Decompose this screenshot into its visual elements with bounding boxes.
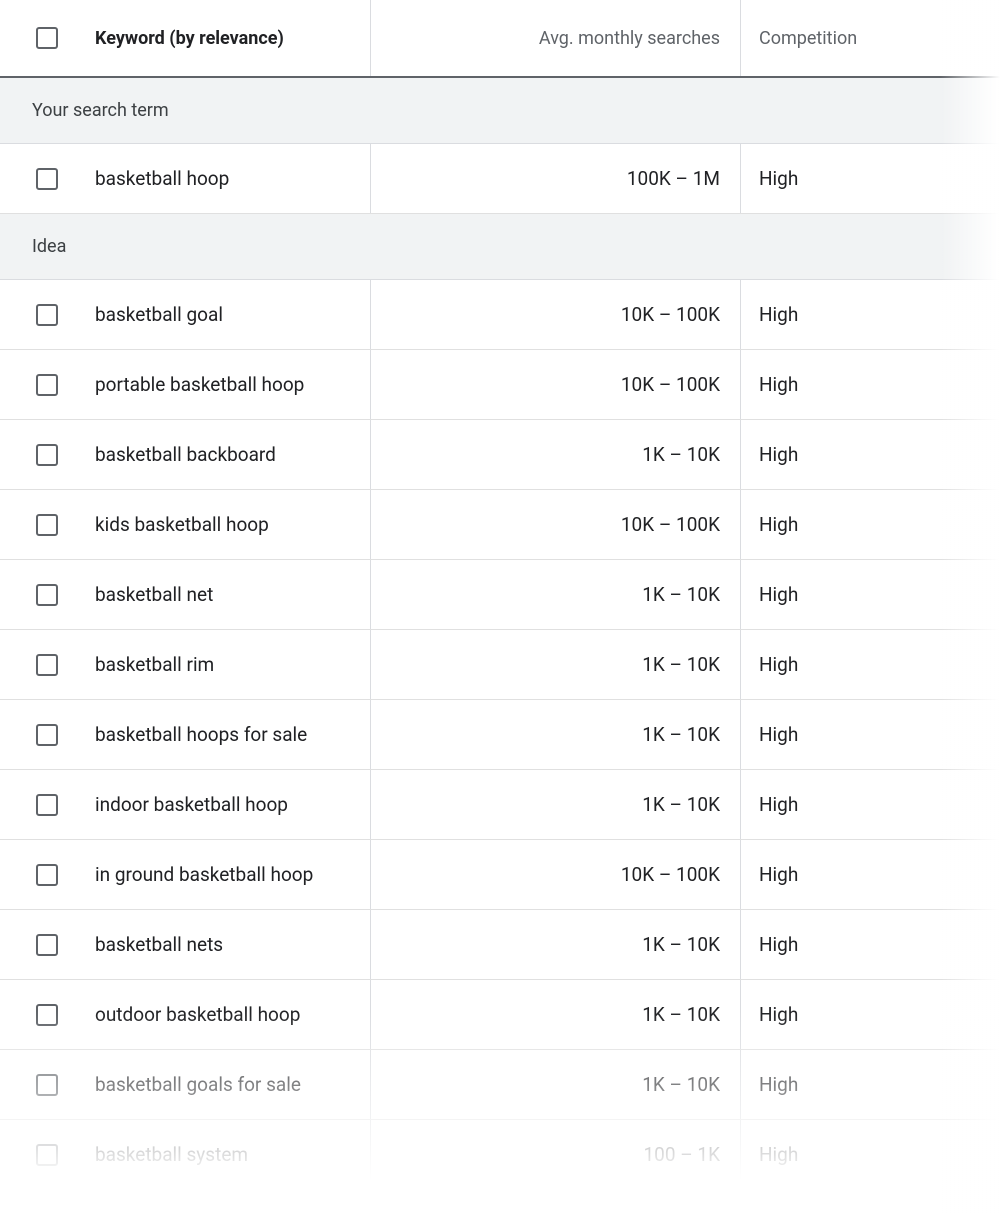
header-checkbox-cell bbox=[0, 27, 95, 49]
row-checkbox[interactable] bbox=[36, 168, 58, 190]
searches-cell: 1K – 10K bbox=[370, 1050, 740, 1119]
keyword-cell[interactable]: kids basketball hoop bbox=[95, 513, 370, 536]
row-checkbox-cell bbox=[0, 1004, 95, 1026]
table-row: indoor basketball hoop1K – 10KHigh bbox=[0, 770, 1000, 840]
competition-cell: High bbox=[740, 420, 1000, 489]
searches-cell: 1K – 10K bbox=[370, 980, 740, 1049]
table-row: basketball system100 – 1KHigh bbox=[0, 1120, 1000, 1190]
row-checkbox[interactable] bbox=[36, 934, 58, 956]
competition-cell: High bbox=[740, 144, 1000, 213]
table-row: basketball net1K – 10KHigh bbox=[0, 560, 1000, 630]
select-all-checkbox[interactable] bbox=[36, 27, 58, 49]
column-header-searches[interactable]: Avg. monthly searches bbox=[370, 0, 740, 76]
table-row: basketball hoops for sale1K – 10KHigh bbox=[0, 700, 1000, 770]
competition-cell: High bbox=[740, 350, 1000, 419]
row-checkbox[interactable] bbox=[36, 304, 58, 326]
searches-cell: 10K – 100K bbox=[370, 350, 740, 419]
keyword-cell[interactable]: outdoor basketball hoop bbox=[95, 1003, 370, 1026]
competition-cell: High bbox=[740, 980, 1000, 1049]
searches-cell: 10K – 100K bbox=[370, 490, 740, 559]
table-row: basketball goals for sale1K – 10KHigh bbox=[0, 1050, 1000, 1120]
row-checkbox-cell bbox=[0, 724, 95, 746]
row-checkbox-cell bbox=[0, 374, 95, 396]
row-checkbox[interactable] bbox=[36, 444, 58, 466]
keyword-cell[interactable]: basketball nets bbox=[95, 933, 370, 956]
keyword-cell[interactable]: basketball goal bbox=[95, 303, 370, 326]
row-checkbox-cell bbox=[0, 934, 95, 956]
column-header-keyword[interactable]: Keyword (by relevance) bbox=[95, 28, 370, 49]
row-checkbox-cell bbox=[0, 444, 95, 466]
keyword-cell[interactable]: basketball goals for sale bbox=[95, 1073, 370, 1096]
keyword-cell[interactable]: basketball system bbox=[95, 1143, 370, 1166]
keyword-cell[interactable]: indoor basketball hoop bbox=[95, 793, 370, 816]
keyword-cell[interactable]: basketball net bbox=[95, 583, 370, 606]
table-row: basketball nets1K – 10KHigh bbox=[0, 910, 1000, 980]
table-row: basketball hoop100K – 1MHigh bbox=[0, 144, 1000, 214]
row-checkbox[interactable] bbox=[36, 864, 58, 886]
table-row: kids basketball hoop10K – 100KHigh bbox=[0, 490, 1000, 560]
row-checkbox-cell bbox=[0, 168, 95, 190]
row-checkbox-cell bbox=[0, 654, 95, 676]
row-checkbox[interactable] bbox=[36, 514, 58, 536]
keyword-cell[interactable]: portable basketball hoop bbox=[95, 373, 370, 396]
competition-cell: High bbox=[740, 630, 1000, 699]
searches-cell: 100K – 1M bbox=[370, 144, 740, 213]
searches-cell: 1K – 10K bbox=[370, 560, 740, 629]
competition-cell: High bbox=[740, 700, 1000, 769]
table-row: basketball rim1K – 10KHigh bbox=[0, 630, 1000, 700]
keyword-cell[interactable]: basketball backboard bbox=[95, 443, 370, 466]
keyword-table: Keyword (by relevance) Avg. monthly sear… bbox=[0, 0, 1000, 1190]
row-checkbox[interactable] bbox=[36, 654, 58, 676]
row-checkbox-cell bbox=[0, 304, 95, 326]
searches-cell: 1K – 10K bbox=[370, 420, 740, 489]
row-checkbox[interactable] bbox=[36, 1074, 58, 1096]
searches-cell: 1K – 10K bbox=[370, 910, 740, 979]
row-checkbox-cell bbox=[0, 1144, 95, 1166]
row-checkbox-cell bbox=[0, 794, 95, 816]
row-checkbox[interactable] bbox=[36, 794, 58, 816]
section-header: Idea bbox=[0, 214, 1000, 280]
row-checkbox[interactable] bbox=[36, 1004, 58, 1026]
table-row: in ground basketball hoop10K – 100KHigh bbox=[0, 840, 1000, 910]
table-row: basketball goal10K – 100KHigh bbox=[0, 280, 1000, 350]
searches-cell: 1K – 10K bbox=[370, 630, 740, 699]
competition-cell: High bbox=[740, 910, 1000, 979]
searches-cell: 10K – 100K bbox=[370, 280, 740, 349]
row-checkbox-cell bbox=[0, 584, 95, 606]
keyword-cell[interactable]: basketball rim bbox=[95, 653, 370, 676]
column-header-competition[interactable]: Competition bbox=[740, 0, 1000, 76]
row-checkbox[interactable] bbox=[36, 1144, 58, 1166]
searches-cell: 1K – 10K bbox=[370, 700, 740, 769]
row-checkbox[interactable] bbox=[36, 584, 58, 606]
searches-cell: 1K – 10K bbox=[370, 770, 740, 839]
competition-cell: High bbox=[740, 560, 1000, 629]
row-checkbox[interactable] bbox=[36, 374, 58, 396]
table-row: outdoor basketball hoop1K – 10KHigh bbox=[0, 980, 1000, 1050]
keyword-cell[interactable]: basketball hoops for sale bbox=[95, 723, 370, 746]
competition-cell: High bbox=[740, 840, 1000, 909]
competition-cell: High bbox=[740, 770, 1000, 839]
keyword-cell[interactable]: basketball hoop bbox=[95, 167, 370, 190]
row-checkbox-cell bbox=[0, 1074, 95, 1096]
competition-cell: High bbox=[740, 1050, 1000, 1119]
competition-cell: High bbox=[740, 1120, 1000, 1189]
section-header: Your search term bbox=[0, 78, 1000, 144]
competition-cell: High bbox=[740, 490, 1000, 559]
table-header-row: Keyword (by relevance) Avg. monthly sear… bbox=[0, 0, 1000, 78]
searches-cell: 100 – 1K bbox=[370, 1120, 740, 1189]
competition-cell: High bbox=[740, 280, 1000, 349]
searches-cell: 10K – 100K bbox=[370, 840, 740, 909]
row-checkbox-cell bbox=[0, 514, 95, 536]
table-row: portable basketball hoop10K – 100KHigh bbox=[0, 350, 1000, 420]
row-checkbox-cell bbox=[0, 864, 95, 886]
keyword-cell[interactable]: in ground basketball hoop bbox=[95, 863, 370, 886]
table-row: basketball backboard1K – 10KHigh bbox=[0, 420, 1000, 490]
row-checkbox[interactable] bbox=[36, 724, 58, 746]
